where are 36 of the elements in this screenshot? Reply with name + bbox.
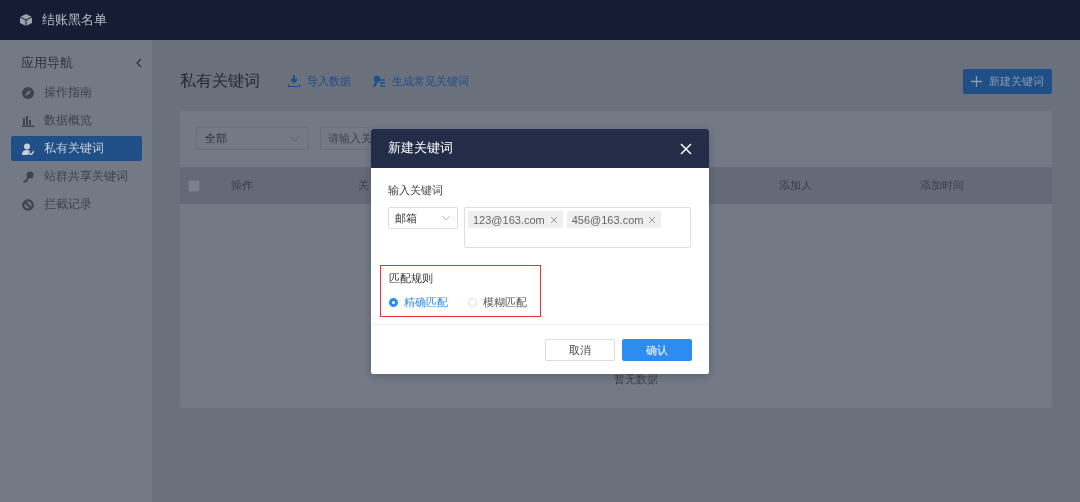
toolbar-link[interactable]: 生成常见关键词 [373,73,469,89]
match-option[interactable]: 模糊匹配 [468,295,527,310]
category-select[interactable]: 全部 [196,127,309,150]
page-title: 私有关键词 [180,70,260,91]
sidebar-item[interactable]: 私有关键词 [11,136,142,161]
field-label: 输入关键词 [388,183,444,198]
dialog-title: 新建关键词 [388,140,453,157]
confirm-button[interactable]: 确认 [622,339,692,361]
cancel-button[interactable]: 取消 [545,339,615,361]
type-select[interactable]: 邮箱 [388,207,458,229]
cube-icon [20,14,32,26]
sidebar-heading: 应用导航 [21,54,73,72]
toolbar-link[interactable]: 导入数据 [288,73,351,89]
chevron-down-icon [441,215,451,221]
collapse-icon[interactable] [136,58,142,68]
keyword-tag: 123@163.com [468,211,563,228]
keyword-input[interactable]: 123@163.com 456@163.com [464,207,691,248]
user-check-icon [22,142,34,155]
key-icon [22,170,34,183]
select-all-checkbox[interactable] [188,179,200,192]
keyword-tag: 456@163.com [566,211,662,228]
block-icon [22,198,34,211]
match-rule-label: 匹配规则 [389,271,434,286]
radio-button[interactable] [389,298,398,307]
chevron-down-icon [290,135,300,142]
app-title: 结账黑名单 [42,11,107,29]
compass-icon [22,86,34,99]
remove-icon[interactable] [549,215,558,224]
new-keyword-button[interactable]: 新建关键词 [963,68,1052,94]
close-icon[interactable] [680,142,692,155]
plus-icon [971,75,982,87]
download-icon [288,75,300,87]
match-option[interactable]: 精确匹配 [389,295,448,310]
key-list-icon [373,75,385,87]
remove-icon[interactable] [648,215,657,224]
bar-chart-icon [22,114,34,127]
